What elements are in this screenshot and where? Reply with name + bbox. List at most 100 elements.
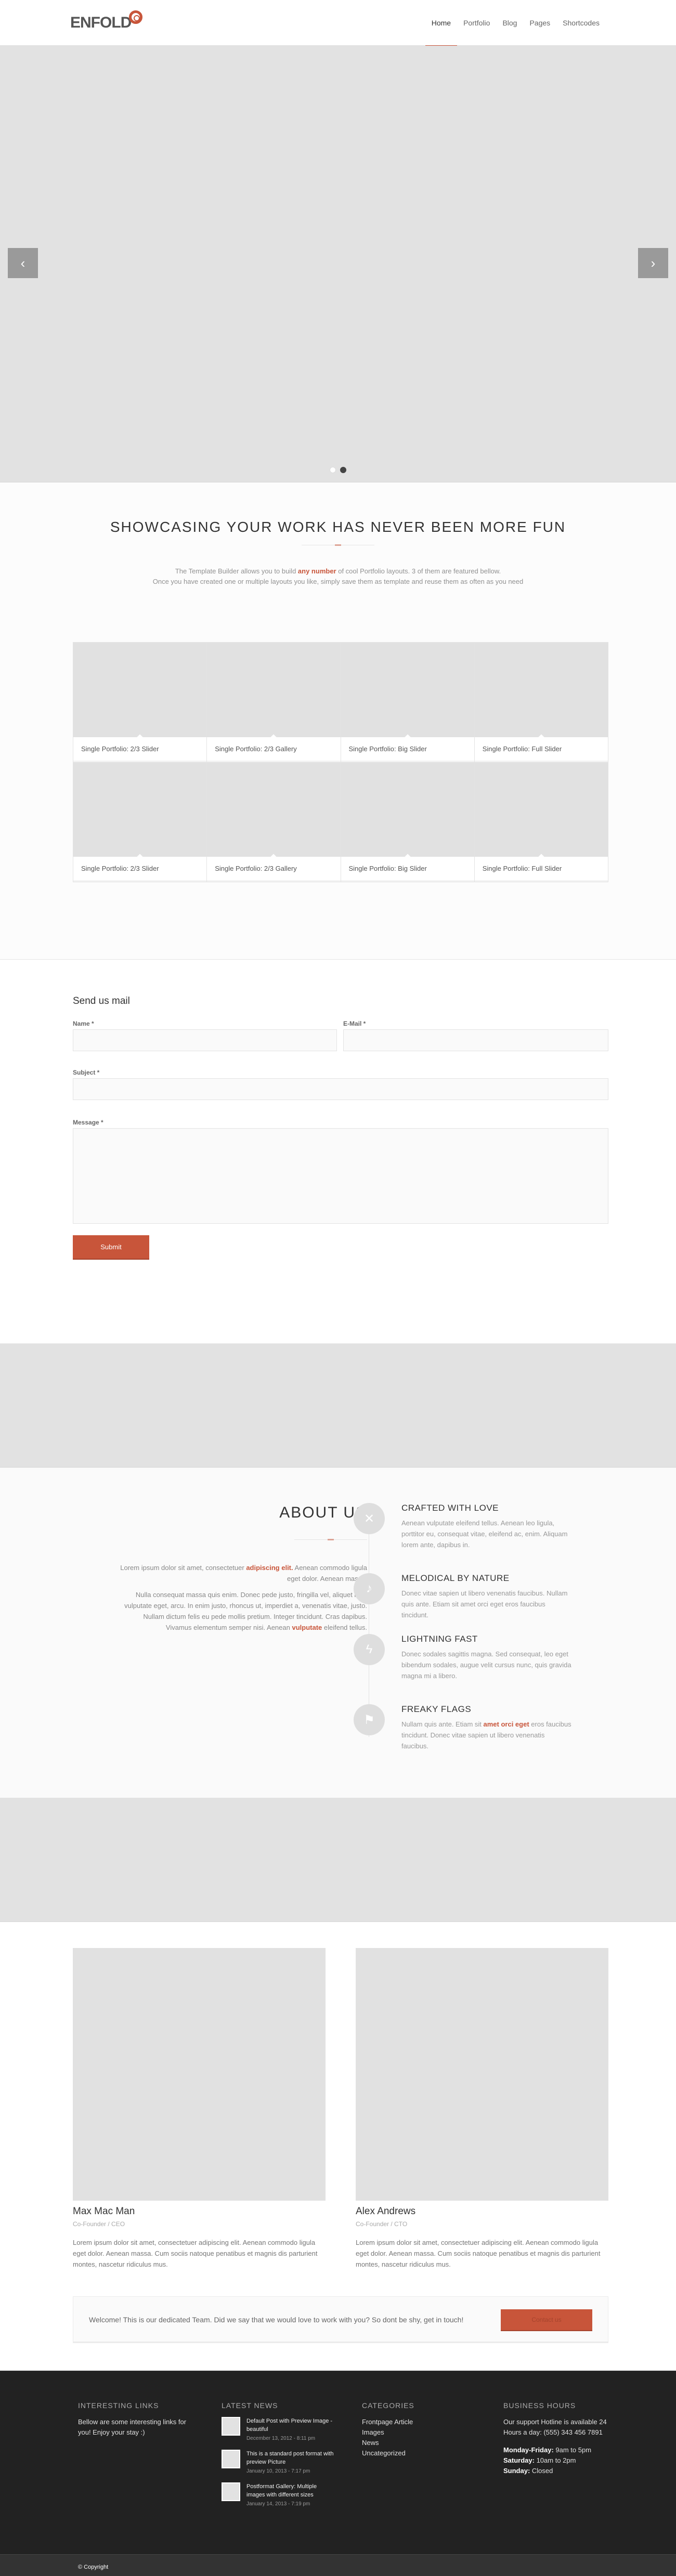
member-role: Co-Founder / CTO	[356, 2220, 408, 2228]
portfolio-item[interactable]: Single Portfolio: 2/3 Slider	[73, 762, 207, 882]
portfolio-image[interactable]	[207, 643, 341, 737]
logo[interactable]: ENFOLD	[70, 10, 143, 34]
nav-pages[interactable]: Pages	[523, 0, 556, 46]
about-section: ABOUT US Lorem ipsum dolor sit amet, con…	[0, 1468, 676, 1798]
news-item[interactable]: Default Post with Preview Image - beauti…	[222, 2417, 336, 2441]
about-highlight: adipiscing elit.	[246, 1564, 293, 1572]
member-bio: Lorem ipsum dolor sit amet, consectetuer…	[356, 2239, 601, 2268]
portfolio-item[interactable]: Single Portfolio: Full Slider	[474, 643, 608, 762]
portfolio-image[interactable]	[73, 762, 207, 857]
member-role: Co-Founder / CEO	[73, 2220, 125, 2228]
portfolio-image[interactable]	[474, 762, 608, 857]
portfolio-title[interactable]: Single Portfolio: Big Slider	[341, 737, 474, 762]
subject-field[interactable]	[73, 1078, 608, 1100]
contact-us-button[interactable]: Contact us	[501, 2309, 592, 2331]
feature-lightning: ϟ LIGHTNING FAST Donec sodales sagittis …	[354, 1634, 572, 1681]
portfolio-title[interactable]: Single Portfolio: Big Slider	[341, 857, 474, 882]
slider-dot-2[interactable]	[340, 467, 346, 473]
portfolio-image[interactable]	[73, 643, 207, 737]
email-label: E-Mail *	[343, 1020, 366, 1027]
news-thumbnail[interactable]	[222, 2450, 240, 2468]
image-band	[0, 1344, 676, 1468]
portfolio-grid: Single Portfolio: 2/3 Slider Single Port…	[73, 642, 608, 882]
intro-highlight: any number	[297, 567, 336, 575]
news-thumbnail[interactable]	[222, 2482, 240, 2501]
portfolio-title[interactable]: Single Portfolio: Full Slider	[474, 737, 608, 762]
portfolio-title[interactable]: Single Portfolio: 2/3 Gallery	[207, 857, 341, 882]
news-thumbnail[interactable]	[222, 2417, 240, 2436]
news-date: January 14, 2013 - 7:19 pm	[246, 2501, 310, 2507]
team-member: Alex Andrews Co-Founder / CTO Lorem ipsu…	[356, 1948, 608, 2270]
portfolio-item[interactable]: Single Portfolio: 2/3 Gallery	[207, 643, 341, 762]
copyright-text: © Copyright	[78, 2564, 109, 2570]
site-header: ENFOLD Home Portfolio Blog Pages Shortco…	[0, 0, 676, 46]
portfolio-item[interactable]: Single Portfolio: 2/3 Slider	[73, 643, 207, 762]
submit-button[interactable]: Submit	[73, 1235, 149, 1260]
hours-time: 10am to 2pm	[534, 2456, 576, 2464]
news-title[interactable]: This is a standard post format with prev…	[246, 2450, 336, 2466]
portfolio-item[interactable]: Single Portfolio: Full Slider	[474, 762, 608, 882]
footer-hours-column: BUSINESS HOURS Our support Hotline is av…	[503, 2401, 607, 2476]
contact-us-button-label: Contact us	[531, 2316, 562, 2323]
footer-links-column: INTERESTING LINKS Bellow are some intere…	[78, 2401, 192, 2438]
logo-text: ENFOLD	[70, 14, 132, 31]
hero-slider: ‹ ›	[0, 46, 676, 482]
image-band	[0, 1798, 676, 1922]
name-field[interactable]	[73, 1029, 337, 1051]
portfolio-image[interactable]	[341, 762, 474, 857]
category-link[interactable]: Uncategorized	[362, 2448, 476, 2459]
news-title[interactable]: Default Post with Preview Image - beauti…	[246, 2417, 336, 2434]
nav-blog[interactable]: Blog	[496, 0, 523, 46]
nav-portfolio[interactable]: Portfolio	[457, 0, 496, 46]
feature-text: Donec vitae sapien ut libero venenatis f…	[401, 1589, 568, 1619]
feature-title: MELODICAL BY NATURE	[401, 1573, 510, 1583]
slider-pagination	[0, 467, 676, 473]
team-section: Max Mac Man Co-Founder / CEO Lorem ipsum…	[0, 1922, 676, 2371]
feature-crafted: ✕ CRAFTED WITH LOVE Aenean vulputate ele…	[354, 1503, 572, 1550]
site-footer: INTERESTING LINKS Bellow are some intere…	[0, 2371, 676, 2554]
portfolio-item[interactable]: Single Portfolio: 2/3 Gallery	[207, 762, 341, 882]
portfolio-title[interactable]: Single Portfolio: 2/3 Slider	[73, 737, 207, 762]
footer-news-column: LATEST NEWS Default Post with Preview Im…	[222, 2401, 336, 2515]
footer-links-title: INTERESTING LINKS	[78, 2401, 159, 2410]
portfolio-title[interactable]: Single Portfolio: Full Slider	[474, 857, 608, 882]
hours-row: Saturday: 10am to 2pm	[503, 2455, 607, 2466]
nav-shortcodes[interactable]: Shortcodes	[556, 0, 606, 46]
chevron-left-icon[interactable]: ‹	[8, 248, 38, 278]
member-photo	[356, 1948, 608, 2201]
hours-intro: Our support Hotline is available 24 Hour…	[503, 2418, 607, 2436]
portfolio-image[interactable]	[341, 643, 474, 737]
portfolio-image[interactable]	[207, 762, 341, 857]
slider-dot-1[interactable]	[330, 467, 336, 473]
portfolio-item[interactable]: Single Portfolio: Big Slider	[341, 643, 475, 762]
hours-row: Monday-Friday: 9am to 5pm	[503, 2445, 607, 2455]
news-title[interactable]: Postformat Gallery: Multiple images with…	[246, 2482, 336, 2499]
portfolio-item[interactable]: Single Portfolio: Big Slider	[341, 762, 475, 882]
portfolio-row: Single Portfolio: 2/3 Slider Single Port…	[73, 643, 608, 762]
message-textarea[interactable]	[73, 1128, 608, 1224]
intro-text: of cool Portfolio layouts. 3 of them are…	[336, 567, 501, 575]
showcase-title: SHOWCASING YOUR WORK HAS NEVER BEEN MORE…	[110, 519, 566, 535]
news-item[interactable]: This is a standard post format with prev…	[222, 2450, 336, 2474]
flag-icon: ⚑	[354, 1704, 385, 1735]
feature-melodical: ♪ MELODICAL BY NATURE Donec vitae sapien…	[354, 1573, 572, 1620]
feature-title: FREAKY FLAGS	[401, 1704, 472, 1714]
category-link[interactable]: Images	[362, 2427, 476, 2438]
email-field[interactable]	[343, 1029, 608, 1051]
portfolio-image[interactable]	[474, 643, 608, 737]
chevron-right-icon[interactable]: ›	[638, 248, 668, 278]
showcase-section: SHOWCASING YOUR WORK HAS NEVER BEEN MORE…	[0, 482, 676, 960]
category-link[interactable]: Frontpage Article	[362, 2417, 476, 2427]
news-date: December 13, 2012 - 8:11 pm	[246, 2436, 316, 2441]
hours-row: Sunday: Closed	[503, 2466, 607, 2476]
about-highlight: vulputate	[292, 1624, 322, 1631]
portfolio-title[interactable]: Single Portfolio: 2/3 Gallery	[207, 737, 341, 762]
news-item[interactable]: Postformat Gallery: Multiple images with…	[222, 2482, 336, 2507]
hours-time: Closed	[530, 2467, 553, 2475]
member-photo	[73, 1948, 326, 2201]
category-link[interactable]: News	[362, 2438, 476, 2448]
nav-home[interactable]: Home	[425, 0, 458, 46]
about-paragraph-1: Lorem ipsum dolor sit amet, consectetuer…	[118, 1562, 367, 1584]
portfolio-title[interactable]: Single Portfolio: 2/3 Slider	[73, 857, 207, 882]
about-text-part: eleifend tellus.	[322, 1624, 367, 1631]
